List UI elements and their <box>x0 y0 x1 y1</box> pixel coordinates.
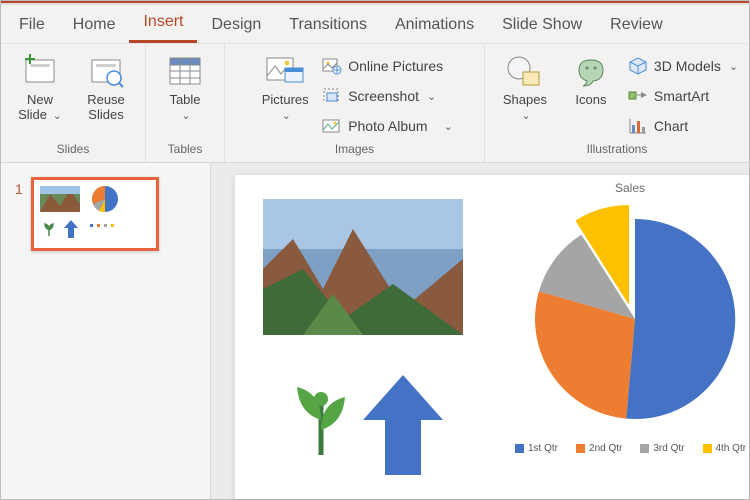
tab-animations[interactable]: Animations <box>381 8 488 43</box>
smartart-button[interactable]: SmartArt <box>628 84 738 108</box>
ribbon: NewSlide ⌄ ReuseSlides Slides <box>1 43 749 163</box>
icons-icon <box>571 54 611 88</box>
photo-album-icon <box>322 116 342 136</box>
pictures-button[interactable]: Pictures⌄ <box>256 50 314 140</box>
pictures-label: Pictures⌄ <box>262 92 309 124</box>
group-illustrations-label: Illustrations <box>587 142 648 160</box>
smartart-label: SmartArt <box>654 88 709 104</box>
chart-title: Sales <box>615 181 645 195</box>
cube-icon <box>628 56 648 76</box>
inserted-picture[interactable] <box>263 199 463 335</box>
chart-legend: 1st Qtr 2nd Qtr 3rd Qtr 4th Qtr <box>515 443 746 454</box>
new-slide-button[interactable]: NewSlide ⌄ <box>11 50 69 140</box>
group-slides: NewSlide ⌄ ReuseSlides Slides <box>1 44 146 162</box>
chart-button[interactable]: Chart <box>628 114 738 138</box>
table-button[interactable]: Table⌄ <box>156 50 214 140</box>
group-illustrations: Shapes⌄ Icons 3D Models <box>485 44 749 162</box>
reuse-slides-icon <box>88 54 124 88</box>
new-slide-icon <box>22 54 58 88</box>
legend-q4: 4th Qtr <box>716 443 747 454</box>
plant-icon[interactable] <box>291 375 351 455</box>
online-pictures-button[interactable]: Online Pictures <box>322 54 453 78</box>
app-window: File Home Insert Design Transitions Anim… <box>0 0 750 500</box>
sales-pie-chart[interactable] <box>515 199 750 439</box>
group-images-label: Images <box>335 142 374 160</box>
tab-home[interactable]: Home <box>59 8 130 43</box>
slide-number: 1 <box>15 181 23 197</box>
chevron-down-icon: ⌄ <box>444 120 453 133</box>
ribbon-tabs: File Home Insert Design Transitions Anim… <box>1 5 749 43</box>
new-slide-label: NewSlide ⌄ <box>18 92 62 124</box>
group-tables-label: Tables <box>168 142 203 160</box>
arrow-shape[interactable] <box>363 375 443 475</box>
slide-editor[interactable]: Sales 1st Qtr 2nd Qtr <box>211 163 749 499</box>
photo-album-button[interactable]: Photo Album ⌄ <box>322 114 453 138</box>
screenshot-button[interactable]: Screenshot ⌄ <box>322 84 453 108</box>
screenshot-label: Screenshot <box>348 88 419 104</box>
slide-thumbnail-1[interactable] <box>31 177 159 251</box>
group-slides-label: Slides <box>57 142 90 160</box>
shapes-button[interactable]: Shapes⌄ <box>496 50 554 140</box>
3d-models-button[interactable]: 3D Models ⌄ <box>628 54 738 78</box>
legend-q3: 3rd Qtr <box>653 443 684 454</box>
table-icon <box>167 54 203 88</box>
3d-models-label: 3D Models <box>654 58 721 74</box>
icons-label: Icons <box>575 92 606 107</box>
legend-q2: 2nd Qtr <box>589 443 622 454</box>
workspace: 1 <box>1 163 749 499</box>
group-images: Pictures⌄ Online Pictures Screenshot <box>225 44 485 162</box>
tab-transitions[interactable]: Transitions <box>275 8 381 43</box>
tab-slideshow[interactable]: Slide Show <box>488 8 596 43</box>
reuse-slides-button[interactable]: ReuseSlides <box>77 50 135 140</box>
screenshot-icon <box>322 86 342 106</box>
thumbnail-panel: 1 <box>1 163 211 499</box>
tab-file[interactable]: File <box>5 8 59 43</box>
icons-button[interactable]: Icons <box>562 50 620 140</box>
online-pictures-icon <box>322 56 342 76</box>
reuse-slides-label: ReuseSlides <box>87 92 125 122</box>
photo-album-label: Photo Album <box>348 118 427 134</box>
tab-review[interactable]: Review <box>596 8 676 43</box>
chevron-down-icon: ⌄ <box>729 60 738 73</box>
table-label: Table⌄ <box>169 92 200 124</box>
smartart-icon <box>628 86 648 106</box>
group-tables: Table⌄ Tables <box>146 44 225 162</box>
tab-insert[interactable]: Insert <box>129 5 197 43</box>
shapes-icon <box>505 54 545 88</box>
chart-label: Chart <box>654 118 688 134</box>
tab-design[interactable]: Design <box>197 8 275 43</box>
online-pictures-label: Online Pictures <box>348 58 443 74</box>
chevron-down-icon: ⌄ <box>427 90 436 103</box>
legend-q1: 1st Qtr <box>528 443 558 454</box>
chart-icon <box>628 116 648 136</box>
pictures-icon <box>265 54 305 88</box>
shapes-label: Shapes⌄ <box>503 92 547 124</box>
slide-canvas[interactable]: Sales 1st Qtr 2nd Qtr <box>235 175 749 499</box>
